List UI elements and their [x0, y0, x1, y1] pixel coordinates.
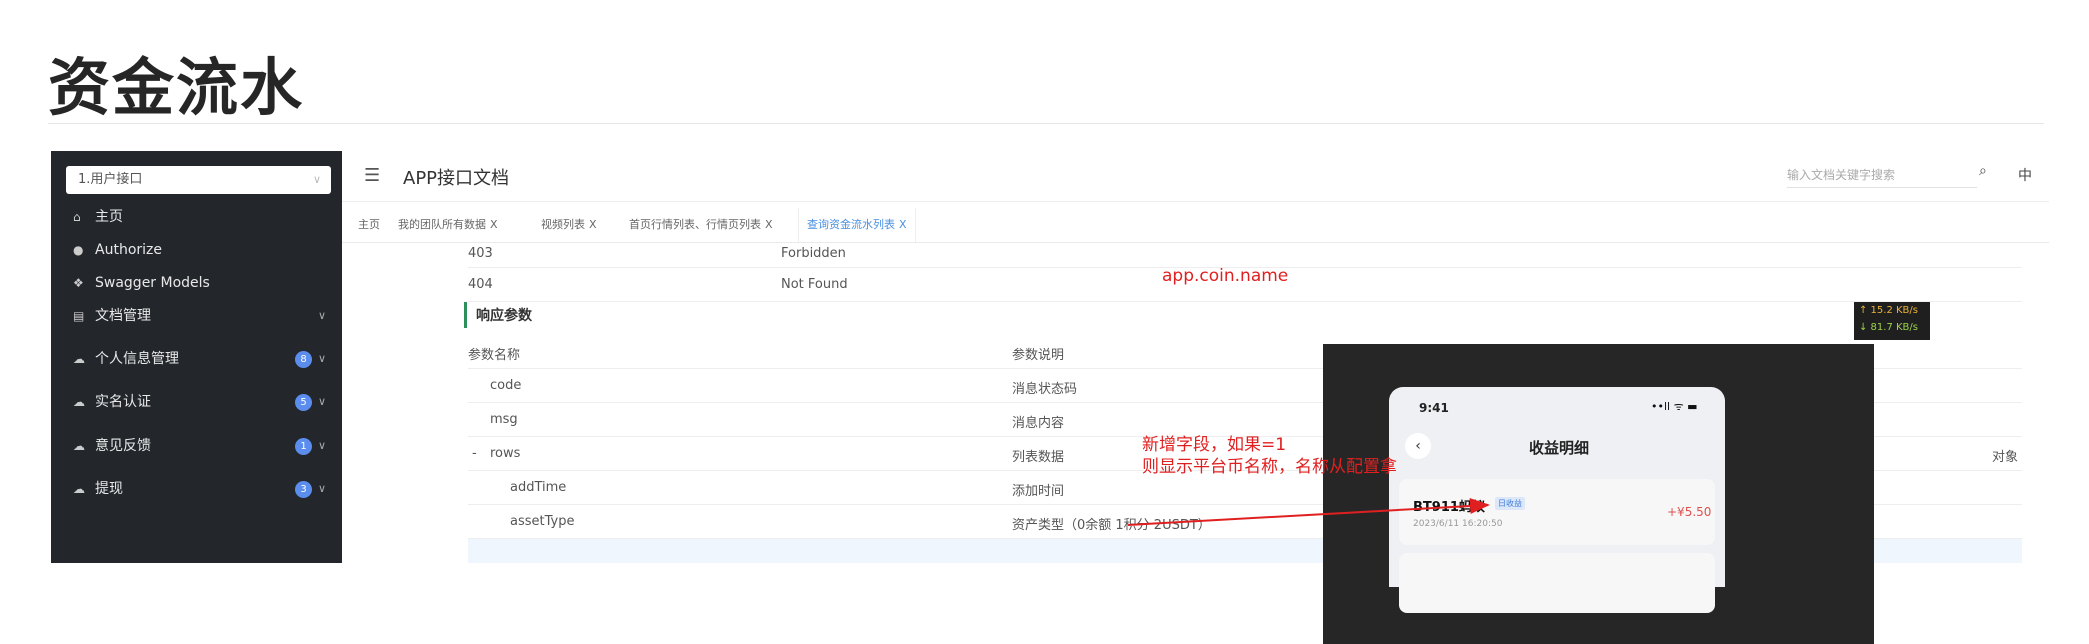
- count-badge: 1: [295, 438, 312, 455]
- earnings-card[interactable]: [1399, 553, 1715, 613]
- earnings-tag: 日收益: [1495, 497, 1525, 510]
- phone-time: 9:41: [1419, 401, 1449, 415]
- app-header: ☰ APP接口文档 输入文档关键字搜索 ⌕ 中: [342, 151, 2049, 202]
- sidebar-item-label: 提现: [95, 481, 123, 497]
- sidebar-item-feedback[interactable]: ☁ 意见反馈 1 ∨: [51, 426, 342, 466]
- document-icon: ▤: [73, 309, 85, 323]
- param-type: 对象: [1992, 450, 2019, 465]
- signal-wifi-battery-icon: ••ll ᯤ ▬: [1651, 400, 1698, 413]
- column-header: 参数名称: [468, 348, 521, 363]
- sidebar-item-verification[interactable]: ☁ 实名认证 5 ∨: [51, 382, 342, 422]
- tab-team-data[interactable]: 我的团队所有数据 X: [398, 208, 498, 242]
- sidebar-item-profile[interactable]: ☁ 个人信息管理 8 ∨: [51, 339, 342, 379]
- chevron-down-icon: ∨: [318, 439, 327, 452]
- cloud-icon: ☁: [73, 439, 85, 453]
- tab-label: 视频列表: [541, 218, 585, 231]
- status-desc: Not Found: [781, 277, 848, 292]
- param-desc: 添加时间: [1012, 484, 1065, 499]
- param-name: msg: [490, 412, 518, 427]
- tab-label: 主页: [358, 218, 380, 231]
- close-icon[interactable]: X: [899, 218, 907, 231]
- sidebar: 1.用户接口 ∨ ⌂ 主页 ● Authorize ❖ Swagger Mode…: [51, 151, 342, 563]
- annotation-note-line2: 则显示平台币名称，名称从配置拿: [1142, 457, 1397, 477]
- sidebar-item-label: 意见反馈: [95, 438, 151, 454]
- status-row: 403 Forbidden: [468, 243, 2022, 268]
- status-desc: Forbidden: [781, 246, 846, 261]
- param-desc: 消息内容: [1012, 416, 1065, 431]
- section-title: 响应参数: [476, 308, 532, 324]
- app-title: APP接口文档: [403, 168, 510, 189]
- param-name: addTime: [510, 480, 567, 495]
- cloud-icon: ☁: [73, 352, 85, 366]
- section-marker: [464, 302, 467, 328]
- sidebar-item-label: 个人信息管理: [95, 351, 179, 367]
- collapse-toggle[interactable]: -: [472, 446, 477, 461]
- network-speed-widget: ↑ 15.2 KB/s ↓ 81.7 KB/s: [1854, 302, 1930, 340]
- param-name: assetType: [510, 514, 575, 529]
- tab-market-list[interactable]: 首页行情列表、行情页列表 X: [629, 208, 773, 242]
- upload-speed: ↑ 15.2 KB/s: [1859, 305, 1918, 316]
- search-icon[interactable]: ⌕: [1979, 163, 1987, 179]
- tab-fund-flow[interactable]: 查询资金流水列表 X: [798, 208, 916, 242]
- back-icon[interactable]: ‹: [1405, 433, 1431, 459]
- group-select-value: 1.用户接口: [78, 172, 143, 187]
- earnings-coin-name: BT911蚂蚁: [1413, 500, 1485, 515]
- sidebar-item-withdraw[interactable]: ☁ 提现 3 ∨: [51, 469, 342, 509]
- tab-bar: 主页 我的团队所有数据 X 视频列表 X 首页行情列表、行情页列表 X 查询资金流水列…: [342, 208, 2049, 243]
- close-icon[interactable]: X: [589, 218, 597, 231]
- column-header: 参数说明: [1012, 348, 1065, 363]
- count-badge: 8: [295, 351, 312, 368]
- param-name: rows: [490, 446, 521, 461]
- tab-label: 首页行情列表、行情页列表: [629, 218, 761, 231]
- download-speed: ↓ 81.7 KB/s: [1859, 322, 1918, 333]
- earnings-date: 2023/6/11 16:20:50: [1413, 519, 1503, 529]
- annotation-coin-name: app.coin.name: [1162, 266, 1289, 286]
- chevron-down-icon: ∨: [318, 482, 327, 495]
- earnings-amount: +¥5.50: [1667, 505, 1712, 519]
- cloud-icon: ☁: [73, 482, 85, 496]
- chevron-down-icon: ∨: [312, 173, 321, 186]
- earnings-card[interactable]: BT911蚂蚁 日收益 2023/6/11 16:20:50 +¥5.50: [1399, 479, 1715, 545]
- close-icon[interactable]: X: [490, 218, 498, 231]
- phone-screenshot: 9:41 ••ll ᯤ ▬ ‹ 收益明细 BT911蚂蚁 日收益 2023/6/…: [1389, 387, 1725, 613]
- chevron-down-icon: ∨: [318, 309, 327, 322]
- sidebar-item-docs[interactable]: ▤ 文档管理 ∨: [51, 296, 342, 336]
- language-toggle[interactable]: 中: [2018, 165, 2032, 185]
- sidebar-item-label: 文档管理: [95, 308, 151, 324]
- param-desc: 资产类型（0余额 1积分 2USDT）: [1012, 518, 1211, 533]
- title-divider: [48, 123, 2044, 124]
- close-icon[interactable]: X: [765, 218, 773, 231]
- tab-label: 我的团队所有数据: [398, 218, 486, 231]
- group-select[interactable]: 1.用户接口 ∨: [66, 166, 331, 194]
- param-desc: 列表数据: [1012, 450, 1065, 465]
- phone-page-title: 收益明细: [1529, 439, 1590, 457]
- tab-home[interactable]: 主页: [358, 208, 380, 242]
- tab-video-list[interactable]: 视频列表 X: [541, 208, 597, 242]
- chevron-down-icon: ∨: [318, 352, 327, 365]
- param-desc: 消息状态码: [1012, 382, 1078, 397]
- search-input[interactable]: 输入文档关键字搜索: [1787, 163, 1977, 188]
- status-code: 403: [468, 246, 493, 261]
- tab-label: 查询资金流水列表: [807, 218, 895, 231]
- status-code: 404: [468, 277, 493, 292]
- count-badge: 3: [295, 481, 312, 498]
- param-name: code: [490, 378, 522, 393]
- cloud-icon: ☁: [73, 395, 85, 409]
- menu-toggle-icon[interactable]: ☰: [364, 165, 380, 186]
- page-title: 资金流水: [48, 51, 305, 124]
- sidebar-item-label: 实名认证: [95, 394, 151, 410]
- count-badge: 5: [295, 394, 312, 411]
- chevron-down-icon: ∨: [318, 395, 327, 408]
